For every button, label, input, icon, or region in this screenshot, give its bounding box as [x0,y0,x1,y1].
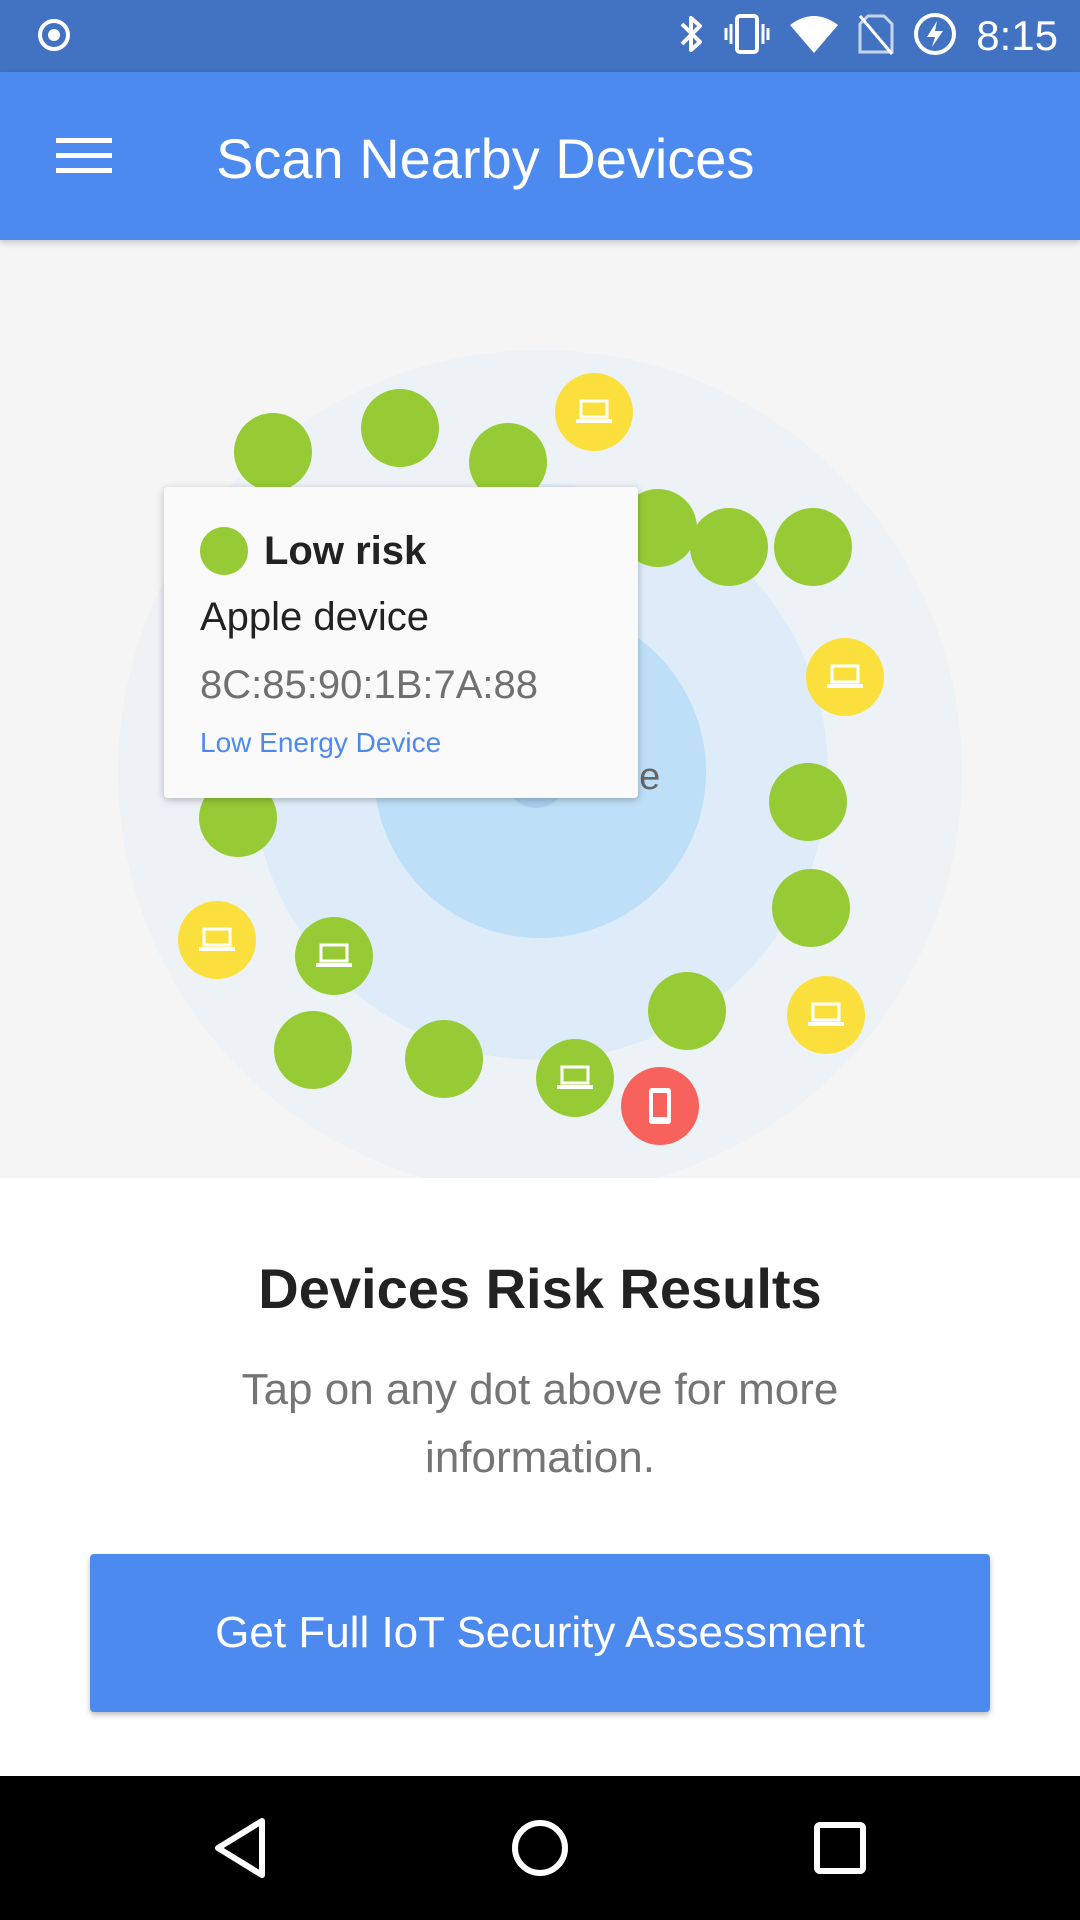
device-dot-low-risk[interactable] [772,869,850,947]
navigation-bar [0,1776,1080,1920]
laptop-icon [575,397,613,427]
status-bar: 8:15 [0,0,1080,72]
device-dot-high-risk[interactable] [621,1067,699,1145]
device-name: Apple device [200,595,430,639]
app-bar: Scan Nearby Devices [0,72,1080,240]
device-dot-medium-risk[interactable] [555,373,633,451]
status-icons: 8:15 [676,10,1058,62]
laptop-icon [826,662,864,692]
device-radar: ne Low risk Apple device 8C:85:90:1B:7A:… [0,240,1080,1178]
device-dot-low-risk[interactable] [361,389,439,467]
device-dot-low-risk[interactable] [648,972,726,1050]
get-assessment-button[interactable]: Get Full IoT Security Assessment [90,1554,990,1712]
clock: 8:15 [976,12,1058,59]
risk-label: Low risk [264,529,427,573]
results-title: Devices Risk Results [258,1257,822,1320]
page-title: Scan Nearby Devices [216,127,755,190]
laptop-icon [807,1000,845,1030]
recents-icon [814,1822,866,1874]
device-dot-medium-risk[interactable] [806,638,884,716]
home-icon [512,1820,568,1876]
device-tooltip: Low risk Apple device 8C:85:90:1B:7A:88 … [164,487,638,798]
battery-charging-icon [912,11,958,62]
results-subtitle: Tap on any dot above for more informatio… [241,1365,839,1482]
menu-button[interactable] [40,116,128,196]
recents-button[interactable] [790,1798,890,1898]
device-dot-medium-risk[interactable] [178,901,256,979]
device-dot-low-risk[interactable] [536,1039,614,1117]
risk-indicator-dot [200,527,248,575]
device-dot-low-risk[interactable] [274,1011,352,1089]
home-button[interactable] [490,1798,590,1898]
back-icon [215,1818,265,1878]
device-dot-low-risk[interactable] [295,917,373,995]
back-button[interactable] [190,1798,290,1898]
vibrate-icon [724,12,770,61]
laptop-icon [198,925,236,955]
device-dot-low-risk[interactable] [405,1020,483,1098]
mac-address: 8C:85:90:1B:7A:88 [200,663,539,707]
record-icon [36,17,72,58]
phone-icon [647,1086,673,1126]
device-type: Low Energy Device [200,727,442,758]
laptop-icon [556,1063,594,1093]
laptop-icon [315,941,353,971]
device-dot-medium-risk[interactable] [787,976,865,1054]
wifi-icon [788,13,840,60]
bluetooth-icon [676,12,706,61]
device-dot-low-risk[interactable] [769,763,847,841]
no-sim-icon [858,12,894,61]
hamburger-menu-icon [56,138,112,173]
device-dot-low-risk[interactable] [234,413,312,491]
device-dot-low-risk[interactable] [690,508,768,586]
device-dot-low-risk[interactable] [774,508,852,586]
